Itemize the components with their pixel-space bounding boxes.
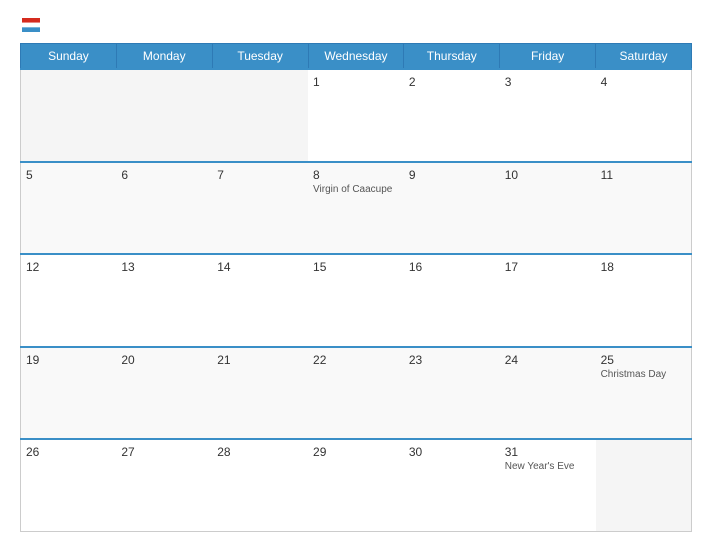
weekday-friday: Friday bbox=[500, 44, 596, 70]
calendar-cell: 10 bbox=[500, 162, 596, 255]
calendar-cell: 19 bbox=[21, 347, 117, 440]
calendar-cell: 3 bbox=[500, 69, 596, 162]
calendar-cell: 22 bbox=[308, 347, 404, 440]
calendar-table: SundayMondayTuesdayWednesdayThursdayFrid… bbox=[20, 43, 692, 532]
weekday-wednesday: Wednesday bbox=[308, 44, 404, 70]
day-number: 7 bbox=[217, 168, 303, 182]
calendar-week-2: 5678 Virgin of Caacupe 9 10 11 bbox=[21, 162, 692, 255]
day-number: 3 bbox=[505, 75, 591, 89]
calendar-cell: 17 bbox=[500, 254, 596, 347]
calendar-cell: 25 Christmas Day bbox=[596, 347, 692, 440]
day-number: 4 bbox=[601, 75, 686, 89]
holiday-name: Christmas Day bbox=[601, 369, 686, 380]
weekday-thursday: Thursday bbox=[404, 44, 500, 70]
calendar-cell: 6 bbox=[116, 162, 212, 255]
day-number: 8 bbox=[313, 168, 399, 182]
calendar-cell: 15 bbox=[308, 254, 404, 347]
day-number: 12 bbox=[26, 260, 111, 274]
weekday-header-row: SundayMondayTuesdayWednesdayThursdayFrid… bbox=[21, 44, 692, 70]
calendar-cell: 23 bbox=[404, 347, 500, 440]
weekday-sunday: Sunday bbox=[21, 44, 117, 70]
day-number: 27 bbox=[121, 445, 207, 459]
day-number: 21 bbox=[217, 353, 303, 367]
day-number: 24 bbox=[505, 353, 591, 367]
calendar-body: 12345678Virgin of Caacupe910111213141516… bbox=[21, 69, 692, 532]
calendar-cell: 21 bbox=[212, 347, 308, 440]
calendar-week-1: 1234 bbox=[21, 69, 692, 162]
calendar-cell bbox=[596, 439, 692, 532]
calendar-cell: 8 Virgin of Caacupe bbox=[308, 162, 404, 255]
day-number: 1 bbox=[313, 75, 399, 89]
weekday-monday: Monday bbox=[116, 44, 212, 70]
day-number: 9 bbox=[409, 168, 495, 182]
day-number: 30 bbox=[409, 445, 495, 459]
calendar-cell: 11 bbox=[596, 162, 692, 255]
calendar-cell: 1 bbox=[308, 69, 404, 162]
calendar-cell: 26 bbox=[21, 439, 117, 532]
weekday-saturday: Saturday bbox=[596, 44, 692, 70]
calendar-cell: 29 bbox=[308, 439, 404, 532]
day-number: 20 bbox=[121, 353, 207, 367]
day-number: 19 bbox=[26, 353, 111, 367]
day-number: 28 bbox=[217, 445, 303, 459]
day-number: 31 bbox=[505, 445, 591, 459]
day-number: 26 bbox=[26, 445, 111, 459]
weekday-tuesday: Tuesday bbox=[212, 44, 308, 70]
day-number: 15 bbox=[313, 260, 399, 274]
calendar-cell: 7 bbox=[212, 162, 308, 255]
calendar-cell: 5 bbox=[21, 162, 117, 255]
calendar-week-5: 26 27 28 29 30 31 New Year's Eve bbox=[21, 439, 692, 532]
calendar-cell: 9 bbox=[404, 162, 500, 255]
calendar-week-3: 12 13 14 15 16 17 18 bbox=[21, 254, 692, 347]
calendar-cell: 20 bbox=[116, 347, 212, 440]
calendar-cell: 12 bbox=[21, 254, 117, 347]
day-number: 2 bbox=[409, 75, 495, 89]
day-number: 6 bbox=[121, 168, 207, 182]
logo bbox=[20, 18, 40, 33]
day-number: 18 bbox=[601, 260, 686, 274]
calendar-cell: 16 bbox=[404, 254, 500, 347]
holiday-name: New Year's Eve bbox=[505, 461, 591, 472]
day-number: 25 bbox=[601, 353, 686, 367]
calendar-cell: 31 New Year's Eve bbox=[500, 439, 596, 532]
day-number: 17 bbox=[505, 260, 591, 274]
calendar-cell: 13 bbox=[116, 254, 212, 347]
day-number: 10 bbox=[505, 168, 591, 182]
day-number: 13 bbox=[121, 260, 207, 274]
logo-flag-icon bbox=[22, 18, 40, 32]
day-number: 16 bbox=[409, 260, 495, 274]
calendar-cell bbox=[212, 69, 308, 162]
calendar-week-4: 19 20 21 22 23 24 25 Christmas Day bbox=[21, 347, 692, 440]
day-number: 5 bbox=[26, 168, 111, 182]
calendar-cell: 30 bbox=[404, 439, 500, 532]
day-number: 14 bbox=[217, 260, 303, 274]
day-number: 22 bbox=[313, 353, 399, 367]
calendar-cell: 14 bbox=[212, 254, 308, 347]
calendar-cell bbox=[116, 69, 212, 162]
header bbox=[20, 18, 692, 33]
day-number: 11 bbox=[601, 168, 686, 182]
calendar-cell: 4 bbox=[596, 69, 692, 162]
day-number: 23 bbox=[409, 353, 495, 367]
calendar-cell: 2 bbox=[404, 69, 500, 162]
calendar-cell: 28 bbox=[212, 439, 308, 532]
holiday-name: Virgin of Caacupe bbox=[313, 184, 399, 195]
calendar-cell: 27 bbox=[116, 439, 212, 532]
day-number: 29 bbox=[313, 445, 399, 459]
calendar-cell: 24 bbox=[500, 347, 596, 440]
calendar-cell bbox=[21, 69, 117, 162]
calendar-cell: 18 bbox=[596, 254, 692, 347]
